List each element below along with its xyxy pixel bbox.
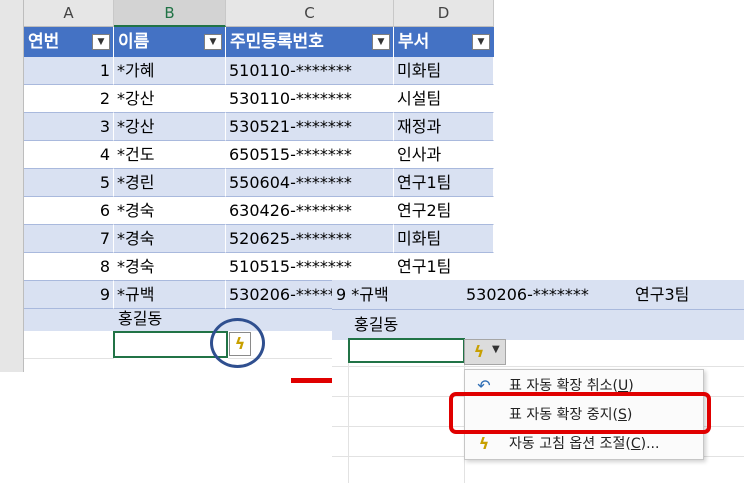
- cell-id[interactable]: 530110-*******: [226, 85, 394, 113]
- header-label: 부서: [398, 32, 430, 52]
- chevron-down-icon: ▼: [492, 344, 500, 355]
- cell-no[interactable]: 6: [24, 197, 114, 225]
- cell-name[interactable]: *경숙: [114, 197, 226, 225]
- zoom-selected-cell[interactable]: [348, 338, 465, 363]
- header-label: 연번: [28, 32, 60, 52]
- cell-name[interactable]: *가혜: [114, 57, 226, 85]
- zoom-row9-dept: 연구3팀: [635, 285, 690, 304]
- row-header-strip[interactable]: [0, 0, 24, 372]
- empty-cell[interactable]: [24, 331, 114, 359]
- extra-name-cell[interactable]: 홍길동: [118, 304, 162, 334]
- cell-name[interactable]: *강산: [114, 113, 226, 141]
- cell-dept[interactable]: 연구1팀: [394, 253, 494, 281]
- grid-line: [332, 366, 744, 367]
- cell-id[interactable]: 550604-*******: [226, 169, 394, 197]
- cell-dept[interactable]: 재정과: [394, 113, 494, 141]
- zoomed-view: 9 *규백 530206-******* 연구3팀 홍길동 ϟ ▼ ↶ 표 자동…: [332, 280, 744, 483]
- column-header-b[interactable]: B: [114, 0, 226, 27]
- cell-dept[interactable]: 인사과: [394, 141, 494, 169]
- cell-name[interactable]: *경숙: [114, 253, 226, 281]
- autocorrect-options-icon[interactable]: ϟ: [229, 332, 251, 356]
- cell-no[interactable]: 1: [24, 57, 114, 85]
- cell-dept[interactable]: 미화팀: [394, 225, 494, 253]
- zoom-extra-name: 홍길동: [354, 315, 399, 334]
- zoom-row9-prefix: 9 *규백: [336, 285, 389, 304]
- table-header-id[interactable]: 주민등록번호 ▼: [226, 27, 394, 57]
- cell-name[interactable]: *건도: [114, 141, 226, 169]
- cell-id[interactable]: 510110-*******: [226, 57, 394, 85]
- cell-dept[interactable]: 시설팀: [394, 85, 494, 113]
- autocorrect-lightning-icon: ϟ: [478, 434, 490, 453]
- cell-id[interactable]: 530521-*******: [226, 113, 394, 141]
- menu-label: 자동 고침 옵션 조절: [509, 436, 626, 452]
- table-header-no[interactable]: 연번 ▼: [24, 27, 114, 57]
- menu-ellipsis: ...: [646, 436, 660, 452]
- zoom-row9-id: 530206-*******: [466, 285, 589, 304]
- menu-item-autocorrect-settings[interactable]: ϟ 자동 고침 옵션 조절(C)...: [465, 430, 705, 458]
- column-header-d[interactable]: D: [394, 0, 494, 27]
- cell-name[interactable]: *경숙: [114, 225, 226, 253]
- cell-dept[interactable]: 미화팀: [394, 57, 494, 85]
- cell-dept[interactable]: 연구1팀: [394, 169, 494, 197]
- header-label: 이름: [118, 32, 150, 52]
- autocorrect-options-button[interactable]: ϟ ▼: [464, 339, 506, 365]
- cell-no[interactable]: 4: [24, 141, 114, 169]
- filter-dropdown-icon[interactable]: ▼: [92, 34, 110, 50]
- cell-no[interactable]: 3: [24, 113, 114, 141]
- cell-id[interactable]: 650515-*******: [226, 141, 394, 169]
- cell-name[interactable]: *강산: [114, 85, 226, 113]
- cell-dept[interactable]: 연구2팀: [394, 197, 494, 225]
- cell-name[interactable]: *경린: [114, 169, 226, 197]
- filter-dropdown-icon[interactable]: ▼: [372, 34, 390, 50]
- cell-no[interactable]: 5: [24, 169, 114, 197]
- menu-accel: C: [630, 436, 641, 452]
- cell-no[interactable]: 8: [24, 253, 114, 281]
- table-header-dept[interactable]: 부서 ▼: [394, 27, 494, 57]
- cell-no[interactable]: 2: [24, 85, 114, 113]
- cell-no[interactable]: 9: [24, 281, 114, 309]
- filter-dropdown-icon[interactable]: ▼: [472, 34, 490, 50]
- column-header-a[interactable]: A: [24, 0, 114, 27]
- highlight-annotation-box: [449, 392, 711, 434]
- cell-id[interactable]: 520625-*******: [226, 225, 394, 253]
- filter-dropdown-icon[interactable]: ▼: [204, 34, 222, 50]
- cell-no[interactable]: 7: [24, 225, 114, 253]
- header-label: 주민등록번호: [230, 32, 324, 52]
- cell-id[interactable]: 510515-*******: [226, 253, 394, 281]
- column-header-c[interactable]: C: [226, 0, 394, 27]
- autocorrect-lightning-icon: ϟ: [473, 342, 485, 361]
- table-header-name[interactable]: 이름 ▼: [114, 27, 226, 57]
- cell-id[interactable]: 630426-*******: [226, 197, 394, 225]
